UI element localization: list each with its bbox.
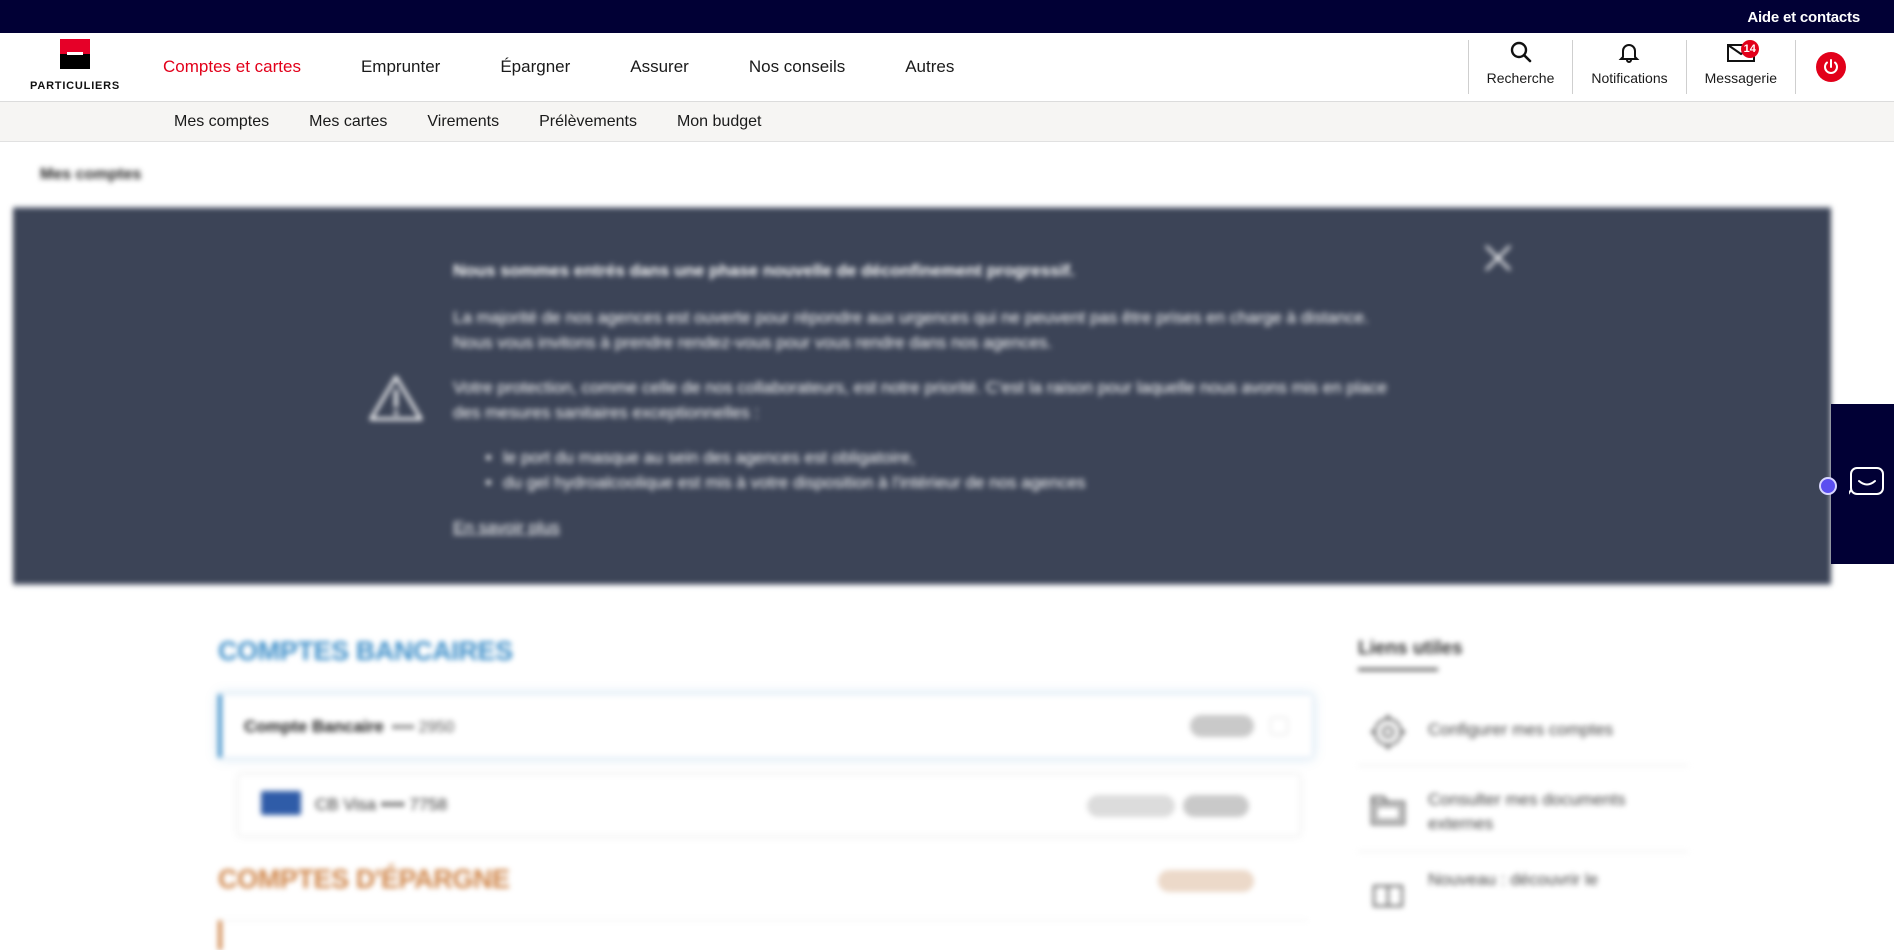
logout-button[interactable] bbox=[1816, 52, 1846, 82]
page-content: Mes comptes Nous sommes entrés dans une … bbox=[0, 142, 1894, 950]
chevron-icon[interactable] bbox=[1270, 717, 1288, 735]
messages-badge: 14 bbox=[1740, 40, 1759, 58]
banner-bullets: le port du masque au sein des agences es… bbox=[503, 445, 1413, 495]
chat-widget[interactable] bbox=[1831, 404, 1894, 564]
search-label: Recherche bbox=[1486, 70, 1555, 86]
top-strip: Aide et contacts bbox=[0, 0, 1894, 33]
nav-epargner[interactable]: Épargner bbox=[500, 57, 570, 77]
header-tools: Recherche Notifications 14 Messagerie bbox=[1467, 33, 1846, 101]
useful-link-label: Consulter mes documents externes bbox=[1428, 790, 1626, 833]
gift-icon bbox=[1373, 885, 1403, 907]
brand-logo[interactable]: PARTICULIERS bbox=[30, 39, 121, 92]
logo-mark-icon bbox=[60, 39, 90, 69]
card-name: CB Visa •••• 7758 bbox=[315, 795, 448, 814]
savings-total-pill bbox=[1158, 870, 1254, 892]
subnav-mes-cartes[interactable]: Mes cartes bbox=[309, 113, 387, 131]
nav-autres[interactable]: Autres bbox=[905, 57, 954, 77]
gear-icon bbox=[1371, 715, 1405, 749]
chat-status-dot bbox=[1819, 477, 1837, 495]
savings-accounts-title: COMPTES D'ÉPARGNE bbox=[218, 864, 510, 894]
warning-icon bbox=[369, 375, 423, 421]
useful-link-label: Configurer mes comptes bbox=[1428, 720, 1614, 739]
breadcrumb: Mes comptes bbox=[40, 166, 142, 183]
subnav-virements[interactable]: Virements bbox=[427, 113, 499, 131]
account-row[interactable]: Compte Bancaire •••• 2950 bbox=[218, 694, 1313, 758]
banner-title: Nous sommes entrés dans une phase nouvel… bbox=[453, 261, 1075, 280]
balance-pill bbox=[1183, 795, 1249, 817]
useful-link-documents[interactable]: Consulter mes documents externes bbox=[1358, 766, 1688, 852]
notifications-label: Notifications bbox=[1591, 70, 1668, 86]
logo-text: PARTICULIERS bbox=[30, 80, 121, 92]
main-header: PARTICULIERS Comptes et cartes Emprunter… bbox=[0, 33, 1894, 102]
balance-pill bbox=[1190, 715, 1254, 737]
list-item: le port du masque au sein des agences es… bbox=[503, 445, 1413, 470]
learn-more-link[interactable]: En savoir plus bbox=[453, 518, 560, 537]
close-icon[interactable] bbox=[1483, 243, 1513, 273]
bell-icon bbox=[1619, 44, 1640, 63]
account-number: •••• 2950 bbox=[391, 719, 455, 736]
sub-nav: Mes comptes Mes cartes Virements Prélève… bbox=[0, 102, 1894, 142]
account-name: Compte Bancaire bbox=[244, 717, 384, 736]
banner-content: Nous sommes entrés dans une phase nouvel… bbox=[453, 258, 1413, 540]
folder-icon bbox=[1371, 796, 1405, 825]
help-contacts-link[interactable]: Aide et contacts bbox=[1747, 9, 1860, 26]
card-icon bbox=[261, 791, 301, 815]
messages-label: Messagerie bbox=[1704, 70, 1777, 86]
useful-links-title: Liens utiles bbox=[1358, 638, 1463, 671]
notifications-button[interactable]: Notifications bbox=[1572, 40, 1685, 94]
search-icon bbox=[1510, 41, 1531, 63]
nav-comptes-cartes[interactable]: Comptes et cartes bbox=[163, 57, 301, 77]
subnav-mon-budget[interactable]: Mon budget bbox=[677, 113, 762, 131]
nav-emprunter[interactable]: Emprunter bbox=[361, 57, 440, 77]
bank-accounts-title: COMPTES BANCAIRES bbox=[218, 636, 513, 666]
list-item: du gel hydroalcoolique est mis à votre d… bbox=[503, 470, 1413, 495]
useful-link-new[interactable]: Nouveau : découvrir le bbox=[1358, 852, 1688, 912]
savings-row[interactable] bbox=[218, 920, 1308, 950]
logout-wrap bbox=[1795, 40, 1846, 94]
useful-link-configure[interactable]: Configurer mes comptes bbox=[1358, 692, 1688, 766]
pending-pill bbox=[1087, 795, 1175, 817]
subnav-prelevements[interactable]: Prélèvements bbox=[539, 113, 637, 131]
power-icon bbox=[1824, 59, 1838, 74]
chat-bubble-icon bbox=[1849, 467, 1884, 495]
messages-button[interactable]: 14 Messagerie bbox=[1685, 40, 1795, 94]
useful-link-label: Nouveau : découvrir le bbox=[1428, 870, 1599, 889]
banner-paragraph: La majorité de nos agences est ouverte p… bbox=[453, 308, 1369, 352]
nav-nos-conseils[interactable]: Nos conseils bbox=[749, 57, 845, 77]
search-button[interactable]: Recherche bbox=[1467, 40, 1573, 94]
subnav-mes-comptes[interactable]: Mes comptes bbox=[174, 113, 269, 131]
card-row[interactable]: CB Visa •••• 7758 bbox=[238, 774, 1300, 836]
banner-paragraph: Votre protection, comme celle de nos col… bbox=[453, 378, 1388, 422]
main-nav: Comptes et cartes Emprunter Épargner Ass… bbox=[163, 33, 1014, 101]
nav-assurer[interactable]: Assurer bbox=[630, 57, 689, 77]
info-banner: Nous sommes entrés dans une phase nouvel… bbox=[13, 206, 1831, 586]
